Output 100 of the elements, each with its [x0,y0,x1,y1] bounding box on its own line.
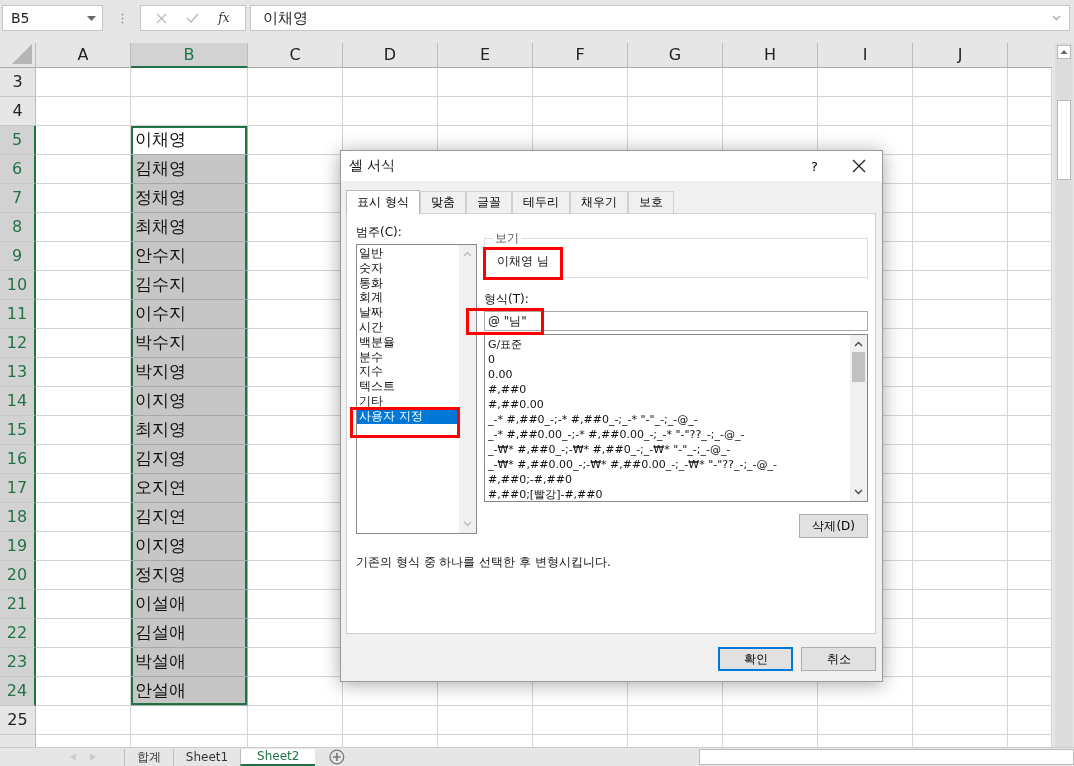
format-item[interactable]: #,##0.00 [488,397,850,412]
row-header[interactable]: 18 [0,502,36,532]
cancel-button[interactable]: 취소 [801,647,876,671]
horizontal-scrollbar[interactable] [699,749,1074,765]
row-header[interactable]: 4 [0,96,36,126]
next-sheet-icon[interactable] [89,753,96,761]
table-cell [1008,473,1052,503]
dialog-tab[interactable]: 글꼴 [465,191,512,213]
sheet-tab[interactable]: Sheet2 [240,748,316,766]
table-cell [1008,212,1052,242]
row-header[interactable]: 13 [0,357,36,387]
dialog-tab[interactable]: 보호 [627,191,674,213]
category-item[interactable]: 지수 [357,364,459,380]
table-cell [1008,67,1052,97]
column-header[interactable]: I [818,42,913,68]
row-header[interactable]: 21 [0,589,36,619]
column-header[interactable]: E [438,42,533,68]
row-header[interactable]: 12 [0,328,36,358]
category-item[interactable]: 날짜 [357,305,459,320]
row-header[interactable]: 7 [0,183,36,213]
category-item[interactable]: 분수 [357,349,459,365]
expand-icon[interactable] [1052,15,1061,21]
row-header[interactable]: 5 [0,125,36,155]
format-item[interactable]: #,##0;[빨강]-#,##0 [488,487,850,501]
table-cell [1008,96,1052,126]
format-item[interactable]: _-* #,##0.00_-;-* #,##0.00_-;_-* "-"??_-;_-@_- [488,427,850,442]
row-header[interactable]: 3 [0,67,36,97]
format-item[interactable]: #,##0 [488,382,850,397]
format-item[interactable]: _-₩* #,##0_-;-₩* #,##0_-;_-₩* "-"_-;_-@_- [488,442,850,457]
row-header[interactable]: 19 [0,531,36,561]
dialog-tab[interactable]: 표시 형식 [346,190,420,214]
table-cell [1008,386,1052,416]
table-cell: 박지영 [131,357,248,387]
dialog-tab[interactable]: 테두리 [511,191,570,213]
formula-input[interactable]: 이채영 [250,5,1070,31]
row-header[interactable]: 11 [0,299,36,329]
column-header[interactable]: G [628,42,723,68]
category-item[interactable]: 시간 [357,320,459,335]
format-list[interactable] [484,334,868,502]
row-header[interactable]: 20 [0,560,36,590]
format-item[interactable]: 0.00 [488,367,850,382]
preview-label: 보기 [493,230,521,247]
ok-button[interactable]: 확인 [718,647,793,671]
table-cell [1008,357,1052,387]
row-header[interactable]: 9 [0,241,36,271]
row-header[interactable]: 17 [0,473,36,503]
table-cell [1008,589,1052,619]
format-item[interactable]: _-* #,##0_-;-* #,##0_-;_-* "-"_-;_-@_- [488,412,850,427]
table-cell: 정채영 [131,183,248,213]
dialog-tab[interactable]: 채우기 [569,191,628,213]
column-header[interactable]: H [723,42,818,68]
row-header[interactable]: 23 [0,647,36,677]
row-header[interactable]: 6 [0,154,36,184]
scroll-thumb[interactable] [852,352,865,382]
row-header[interactable]: 16 [0,444,36,474]
column-header[interactable]: B [131,42,248,68]
category-item[interactable]: 통화 [357,275,459,291]
category-item[interactable]: 백분율 [357,334,459,350]
check-icon[interactable] [186,13,200,23]
row-header[interactable]: 14 [0,386,36,416]
column-header[interactable]: C [248,42,343,68]
table-cell: 이지영 [131,531,248,561]
previous-sheet-icon[interactable] [70,753,76,761]
category-item[interactable]: 기타 [357,393,459,409]
format-item[interactable]: G/표준 [488,337,850,352]
row-header[interactable]: 22 [0,618,36,648]
row-header[interactable]: 15 [0,415,36,445]
add-sheet-icon[interactable] [329,749,346,765]
column-header[interactable]: F [533,42,628,68]
row-header[interactable]: 25 [0,705,36,735]
format-input[interactable]: @ "님" [484,311,868,331]
scroll-thumb[interactable] [1057,99,1071,180]
table-cell [1008,183,1052,213]
row-header[interactable]: 24 [0,676,36,706]
row-header[interactable]: 8 [0,212,36,242]
format-item[interactable]: #,##0;-#,##0 [488,472,850,487]
column-header[interactable]: J [913,42,1008,68]
category-item[interactable]: 숫자 [357,260,459,276]
category-item[interactable]: 일반 [357,246,459,261]
format-item[interactable]: _-₩* #,##0.00_-;-₩* #,##0.00_-;_-₩* "-"??_-;_-@_- [488,457,850,472]
scroll-up-icon[interactable] [854,341,863,347]
close-icon[interactable] [852,159,866,173]
format-label: 형식(T): [484,291,530,308]
scroll-down-icon[interactable] [854,489,863,495]
category-item[interactable]: 텍스트 [357,379,459,394]
delete-button[interactable]: 삭제(D) [799,514,868,538]
column-header[interactable]: D [343,42,438,68]
scrollbar[interactable] [1055,42,1073,748]
format-item[interactable]: 0 [488,352,850,367]
name-box[interactable]: B5 [2,5,103,31]
table-cell: 김지영 [131,444,248,474]
dialog-tab[interactable]: 맞춤 [419,191,466,213]
category-item[interactable]: 회계 [357,290,459,306]
row-header[interactable]: 10 [0,270,36,300]
select-all-button[interactable] [0,42,36,68]
insert-function-button[interactable]: fx [218,11,230,25]
scroll-up-icon[interactable] [1057,44,1071,59]
table-cell: 김채영 [131,154,248,184]
cancel-icon[interactable] [156,12,168,24]
help-button[interactable]: ? [805,157,824,175]
